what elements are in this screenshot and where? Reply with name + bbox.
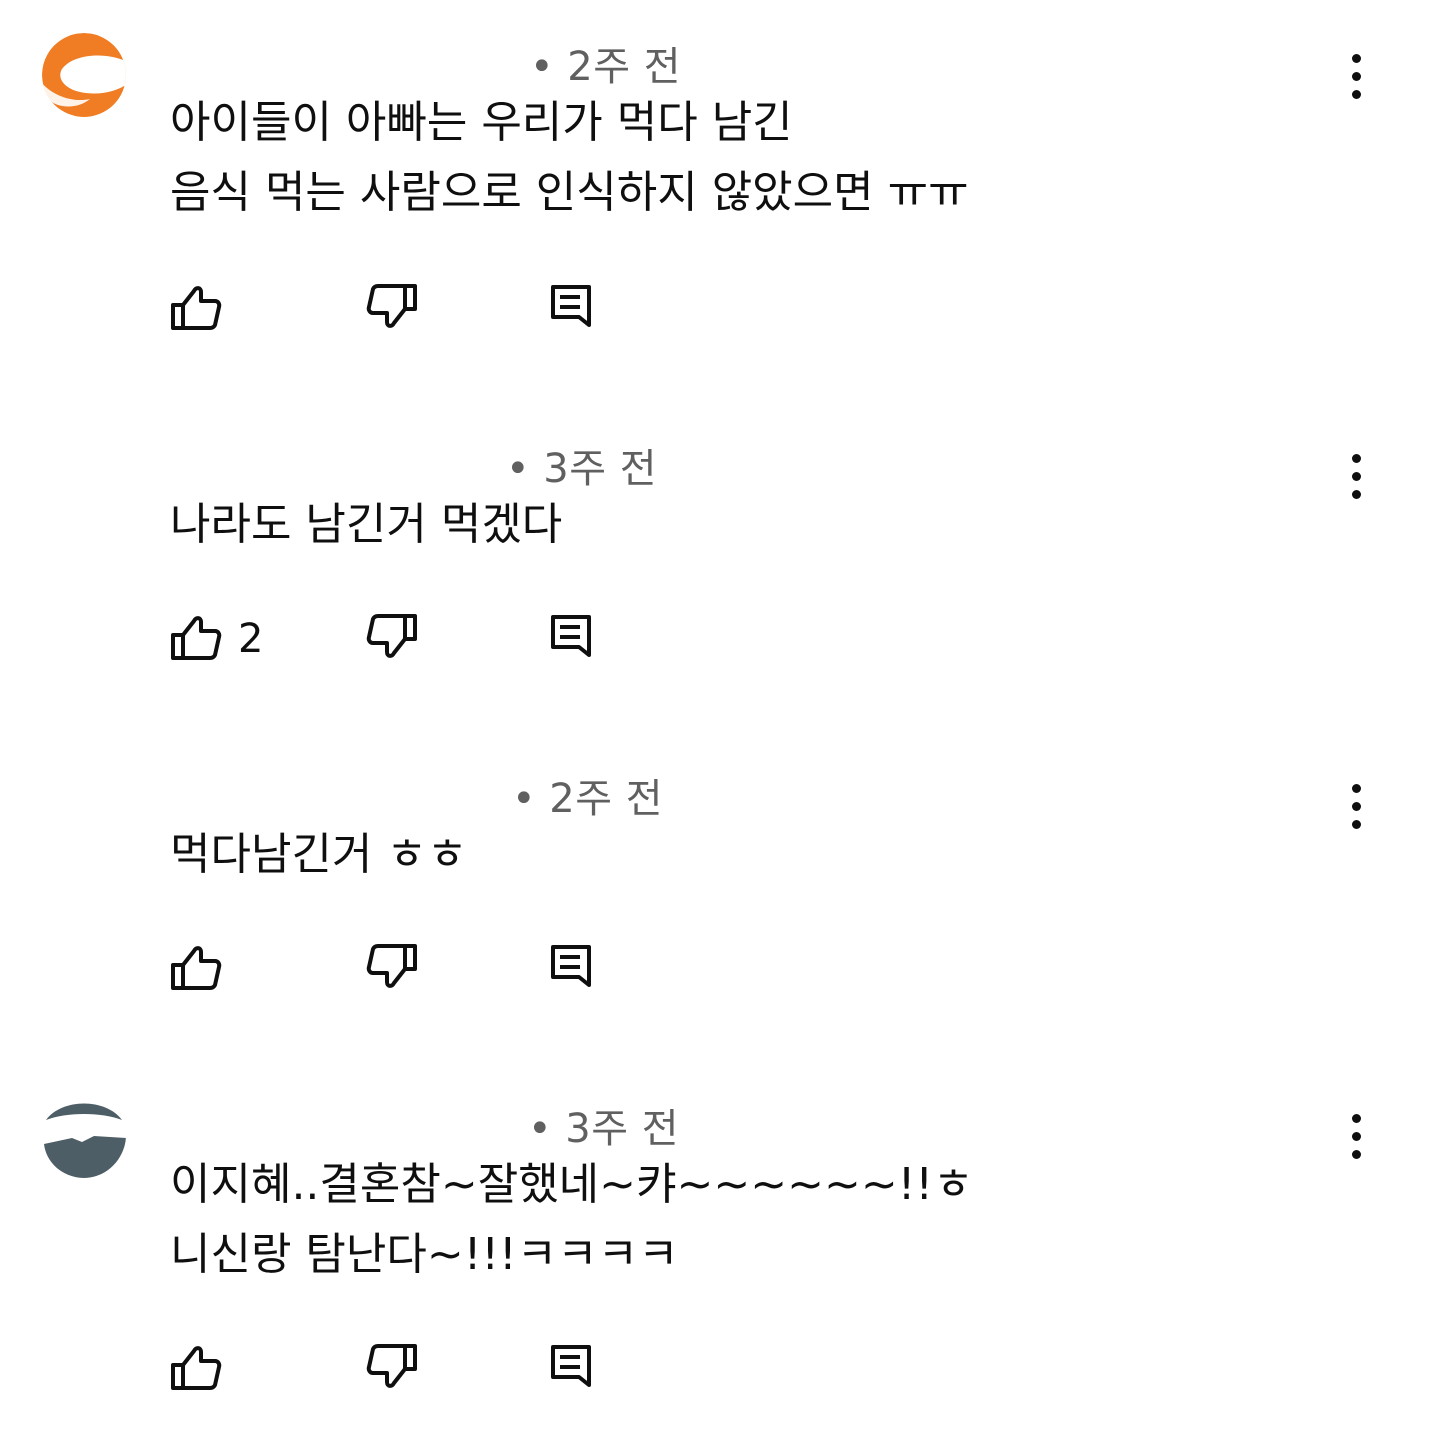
reply-button[interactable] bbox=[546, 284, 598, 334]
more-actions-button[interactable] bbox=[1334, 46, 1378, 106]
more-vertical-icon-dot bbox=[1351, 801, 1361, 811]
thumbs-down-icon bbox=[366, 943, 418, 995]
comment-text-line: 이지혜..결혼참~잘했네~캬~~~~~~!!ㅎ bbox=[170, 1159, 974, 1210]
more-vertical-icon-dot bbox=[1351, 1131, 1361, 1141]
thumbs-down-icon bbox=[366, 283, 418, 335]
comment-text-line: 니신랑 탐난다~!!!ㅋㅋㅋㅋ bbox=[170, 1229, 679, 1280]
comment-meta: • 2주 전 bbox=[512, 766, 663, 824]
like-button[interactable] bbox=[170, 284, 238, 334]
like-count: 2 bbox=[238, 616, 264, 662]
thumbs-up-icon bbox=[170, 1343, 222, 1395]
thumbs-up-icon bbox=[170, 283, 222, 335]
like-button[interactable]: 2 bbox=[170, 614, 263, 664]
reply-comment-icon bbox=[546, 943, 598, 995]
dislike-button[interactable] bbox=[366, 614, 418, 664]
more-vertical-icon bbox=[1351, 53, 1361, 63]
more-vertical-icon-dot bbox=[1351, 471, 1361, 481]
landscape-avatar bbox=[42, 1094, 126, 1178]
dislike-button[interactable] bbox=[366, 1344, 418, 1394]
comment-actions bbox=[170, 1344, 610, 1394]
reply-comment-icon bbox=[546, 1343, 598, 1395]
comment-meta: • 3주 전 bbox=[528, 1096, 679, 1154]
more-vertical-icon bbox=[1351, 1113, 1361, 1123]
comment-text-line: 아이들이 아빠는 우리가 먹다 남긴 bbox=[170, 97, 793, 148]
thumbs-down-icon bbox=[366, 613, 418, 665]
comment-text-line: 음식 먹는 사람으로 인식하지 않았으면 ㅠㅠ bbox=[170, 167, 969, 218]
more-vertical-icon-dot bbox=[1351, 489, 1361, 499]
avatar[interactable] bbox=[42, 1094, 126, 1178]
comment-time: • 3주 전 bbox=[506, 446, 658, 492]
more-vertical-icon bbox=[1351, 453, 1361, 463]
reply-comment-icon bbox=[546, 613, 598, 665]
comment-text-line: 나라도 남긴거 먹겠다 bbox=[170, 499, 563, 550]
more-actions-button[interactable] bbox=[1334, 446, 1378, 506]
more-actions-button[interactable] bbox=[1334, 776, 1378, 836]
dislike-button[interactable] bbox=[366, 284, 418, 334]
blank-avatar bbox=[42, 754, 126, 838]
dislike-button[interactable] bbox=[366, 944, 418, 994]
comment-actions: 2 bbox=[170, 614, 610, 664]
like-button[interactable] bbox=[170, 1344, 238, 1394]
like-button[interactable] bbox=[170, 944, 238, 994]
more-vertical-icon-dot bbox=[1351, 819, 1361, 829]
thumbs-down-icon bbox=[366, 1343, 418, 1395]
comment-meta: • 2주 전 bbox=[530, 34, 681, 92]
thumbs-up-icon bbox=[170, 613, 222, 665]
reply-button[interactable] bbox=[546, 944, 598, 994]
avatar[interactable] bbox=[42, 424, 126, 508]
comment-time: • 3주 전 bbox=[528, 1106, 680, 1152]
avatar[interactable] bbox=[42, 754, 126, 838]
reply-button[interactable] bbox=[546, 614, 598, 664]
more-vertical-icon-dot bbox=[1351, 1149, 1361, 1159]
comment-meta: • 3주 전 bbox=[506, 436, 657, 494]
comment-time: • 2주 전 bbox=[530, 44, 682, 90]
more-vertical-icon-dot bbox=[1351, 71, 1361, 81]
reply-button[interactable] bbox=[546, 1344, 598, 1394]
blank-avatar bbox=[42, 424, 126, 508]
comment-time: • 2주 전 bbox=[512, 776, 664, 822]
more-vertical-icon-dot bbox=[1351, 89, 1361, 99]
avatar[interactable] bbox=[42, 33, 126, 117]
thumbs-up-icon bbox=[170, 943, 222, 995]
comment-actions bbox=[170, 284, 610, 334]
comment-actions bbox=[170, 944, 610, 994]
more-vertical-icon bbox=[1351, 783, 1361, 793]
comment-text-line: 먹다남긴거 ㅎㅎ bbox=[170, 829, 468, 880]
reply-comment-icon bbox=[546, 283, 598, 335]
more-actions-button[interactable] bbox=[1334, 1106, 1378, 1166]
orange-logo-avatar bbox=[42, 33, 126, 117]
